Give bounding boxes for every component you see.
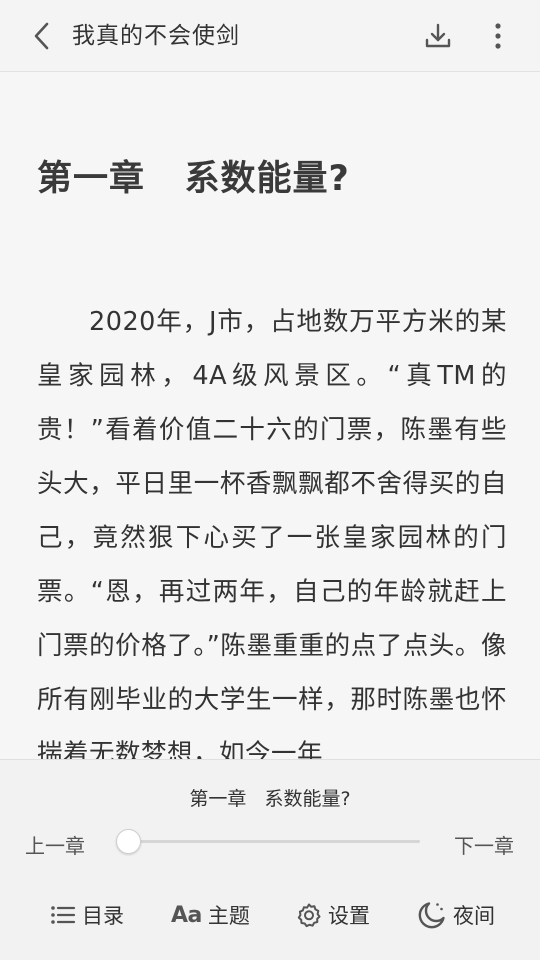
download-button[interactable] (418, 16, 458, 56)
slider-thumb[interactable] (116, 829, 141, 854)
settings-button[interactable]: 设置 (296, 897, 370, 933)
reader-control-panel: 第一章 系数能量? 上一章 下一章 目录 Aa 主题 设置 夜间 (0, 759, 540, 960)
book-title: 我真的不会使剑 (72, 23, 240, 49)
settings-label: 设置 (328, 904, 370, 928)
current-chapter-label: 第一章 系数能量? (189, 788, 351, 810)
more-vertical-icon (495, 23, 501, 49)
toc-label: 目录 (82, 904, 124, 928)
download-icon (425, 23, 451, 48)
chapter-paragraph: 2020年，J市，占地数万平方米的某皇家园林，4A级风景区。“真TM的贵！”看着… (37, 307, 507, 759)
chevron-left-icon (34, 22, 49, 50)
list-icon (50, 904, 76, 926)
chapter-title: 第一章 系数能量? (37, 159, 350, 199)
moon-icon (417, 900, 447, 930)
chapter-progress-slider[interactable] (118, 840, 420, 843)
toc-button[interactable]: 目录 (50, 897, 124, 933)
reader-screen: 我真的不会使剑 第一章 系数能量? 2020年，J市，占地数万平方米的某皇家园林… (0, 0, 540, 960)
night-mode-button[interactable]: 夜间 (417, 897, 495, 933)
back-button[interactable] (22, 18, 62, 54)
bottom-menu: 目录 Aa 主题 设置 夜间 (0, 897, 540, 933)
night-label: 夜间 (453, 904, 495, 928)
theme-label: 主题 (207, 904, 250, 928)
font-aa-icon: Aa (171, 902, 202, 928)
reading-content[interactable]: 第一章 系数能量? 2020年，J市，占地数万平方米的某皇家园林，4A级风景区。… (0, 73, 540, 759)
top-bar: 我真的不会使剑 (0, 0, 540, 72)
more-options-button[interactable] (480, 16, 516, 56)
gear-icon (296, 902, 322, 928)
prev-chapter-button[interactable]: 上一章 (25, 830, 85, 859)
next-chapter-button[interactable]: 下一章 (454, 830, 514, 859)
theme-button[interactable]: Aa 主题 (171, 897, 250, 933)
